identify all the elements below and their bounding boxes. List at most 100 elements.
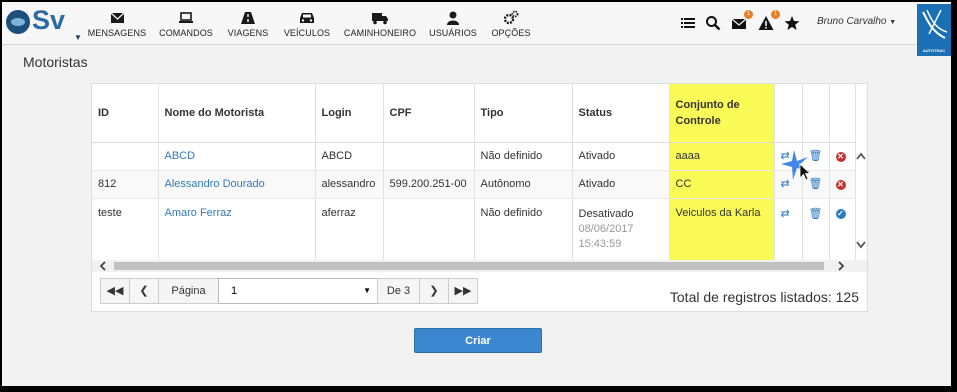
col-header-id[interactable]: ID [92, 84, 159, 143]
mouse-cursor-icon [781, 150, 812, 181]
laptop-icon [179, 12, 193, 23]
cell-login: ABCD [315, 142, 384, 171]
nav-mensagens[interactable]: MENSAGENS [86, 10, 148, 42]
double-left-icon: ◀◀ [106, 285, 124, 297]
table-row: ABCD ABCD Não definido Ativado aaaa ⇄ 🗑 … [92, 142, 856, 171]
cell-id [92, 142, 159, 171]
vertical-scrollbar[interactable] [855, 146, 867, 256]
activate-icon[interactable]: ✓ [835, 209, 846, 219]
col-header-action-3 [829, 84, 856, 143]
cell-conjunto: Veiculos da Karla [669, 198, 775, 263]
star-icon[interactable] [784, 15, 800, 31]
col-header-nome[interactable]: Nome do Motorista [158, 84, 316, 143]
last-page-button[interactable]: ▶▶ [448, 278, 478, 304]
status-text: Desativado [578, 208, 634, 220]
cell-id: teste [92, 198, 159, 263]
page-select[interactable]: 1 ▼ [218, 278, 378, 304]
user-menu[interactable]: Bruno Carvalho ▼ [817, 16, 896, 27]
deactivate-icon[interactable]: ✕ [835, 152, 846, 162]
cell-status: Ativado [572, 170, 670, 199]
driver-name-link[interactable]: ABCD [158, 142, 316, 171]
user-icon [447, 11, 459, 25]
first-page-button[interactable]: ◀◀ [100, 278, 130, 304]
nav-label: USUÁRIOS [429, 28, 477, 38]
brand-text: AUTOTRAC [922, 48, 946, 53]
next-page-button[interactable]: ❯ [419, 278, 449, 304]
cell-tipo: Autônomo [474, 170, 573, 199]
scroll-right-icon[interactable] [836, 261, 846, 271]
cell-conjunto: CC [669, 170, 775, 199]
cell-status: Desativado 08/06/2017 15:43:59 [572, 198, 670, 263]
alerts-toolbar-button[interactable]: 1 [758, 10, 780, 31]
page-select-value: 1 [231, 285, 238, 297]
driver-name-link[interactable]: Alessandro Dourado [158, 170, 316, 199]
scrollbar-thumb[interactable] [114, 262, 824, 270]
nav-label: MENSAGENS [87, 28, 147, 38]
scroll-arrows-icon [856, 152, 866, 249]
messages-toolbar-button[interactable]: 1 [731, 10, 753, 31]
chevron-right-icon: ❯ [429, 285, 439, 297]
page-title: Motoristas [23, 54, 88, 70]
cell-id: 812 [92, 170, 159, 199]
cell-cpf [383, 198, 475, 263]
total-records: Total de registros listados: 125 [669, 289, 859, 305]
double-right-icon: ▶▶ [454, 285, 472, 297]
cell-status: Ativado [572, 142, 670, 171]
list-icon[interactable] [680, 15, 696, 31]
swap-icon[interactable]: ⇄ [781, 208, 790, 220]
caret-down-icon: ▼ [889, 19, 897, 26]
search-icon[interactable] [705, 15, 721, 31]
nav-label: VEÍCULOS [283, 28, 331, 38]
deactivate-icon[interactable]: ✕ [835, 180, 846, 190]
nav-label: CAMINHONEIRO [343, 28, 417, 38]
cell-tipo: Não definido [474, 142, 573, 171]
status-date: 08/06/2017 15:43:59 [578, 223, 634, 250]
app-logo[interactable]: Sv ▼ [6, 5, 82, 42]
create-button[interactable]: Criar [414, 328, 542, 353]
page-count-label: De 3 [377, 278, 420, 304]
col-header-conjunto[interactable]: Conjunto de Controle [669, 84, 775, 143]
autotrac-logo-icon [922, 9, 948, 39]
logo-caret-icon: ▼ [74, 33, 82, 42]
horizontal-scrollbar[interactable] [92, 260, 867, 272]
messages-badge: 1 [744, 10, 753, 19]
trash-icon[interactable]: 🗑 [809, 208, 823, 220]
brand-logo: AUTOTRAC [917, 4, 951, 56]
cell-login: alessandro [315, 170, 384, 199]
prev-page-button[interactable]: ❮ [129, 278, 159, 304]
user-name: Bruno Carvalho [817, 16, 887, 27]
col-header-login[interactable]: Login [315, 84, 384, 143]
alerts-badge: 1 [771, 10, 780, 19]
cell-cpf [383, 142, 475, 171]
road-icon [241, 12, 255, 24]
nav-usuarios[interactable]: USUÁRIOS [428, 10, 478, 42]
nav-opcoes[interactable]: OPÇÕES [490, 10, 532, 42]
cell-tipo: Não definido [474, 198, 573, 263]
drivers-table-panel: ID Nome do Motorista Login CPF Tipo Stat… [91, 83, 868, 312]
table-header-row: ID Nome do Motorista Login CPF Tipo Stat… [92, 84, 856, 143]
col-header-status[interactable]: Status [572, 84, 670, 143]
nav-veiculos[interactable]: VEÍCULOS [282, 10, 332, 42]
col-header-tipo[interactable]: Tipo [474, 84, 573, 143]
cell-action: ⇄ [774, 198, 803, 263]
nav-caminhoneiro[interactable]: CAMINHONEIRO [342, 10, 418, 42]
driver-name-link[interactable]: Amaro Ferraz [158, 198, 316, 263]
logo-eye-icon [6, 10, 30, 34]
cell-action: ✕ [829, 170, 856, 199]
drivers-table: ID Nome do Motorista Login CPF Tipo Stat… [92, 84, 856, 263]
cell-action: ✓ [829, 198, 856, 263]
table-row: 812 Alessandro Dourado alessandro 599.20… [92, 170, 856, 199]
col-header-cpf[interactable]: CPF [383, 84, 475, 143]
logo-text: Sv [32, 5, 66, 35]
page-label: Página [158, 278, 219, 304]
nav-comandos[interactable]: COMANDOS [158, 10, 214, 42]
cogs-icon [503, 10, 519, 25]
nav-label: OPÇÕES [491, 28, 531, 38]
truck-icon [372, 13, 388, 25]
col-header-action-2 [802, 84, 830, 143]
top-navbar: Sv ▼ MENSAGENS COMANDOS VIAGENS VEÍCULOS… [2, 2, 951, 56]
nav-viagens[interactable]: VIAGENS [226, 10, 270, 42]
app-window: Sv ▼ MENSAGENS COMANDOS VIAGENS VEÍCULOS… [2, 2, 951, 386]
scroll-left-icon[interactable] [98, 261, 108, 271]
chevron-left-icon: ❮ [139, 285, 149, 297]
